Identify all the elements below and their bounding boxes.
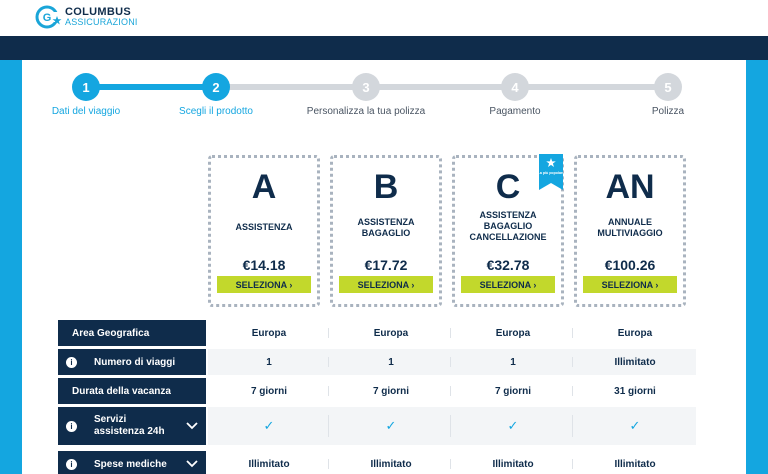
cell-divider: [450, 357, 451, 367]
step-4-circle: 4: [501, 73, 529, 101]
nav-bar: [0, 36, 768, 60]
cell-divider: [450, 459, 451, 469]
svg-text:G: G: [43, 12, 52, 24]
cell-divider: [450, 386, 451, 396]
brand-name: COLUMBUS: [65, 6, 131, 18]
step-3-circle: 3: [352, 73, 380, 101]
table-cell: Europa: [617, 327, 653, 339]
table-cell: Europa: [373, 327, 409, 339]
cell-divider: [328, 459, 329, 469]
popular-badge-text: La più popolare: [539, 171, 563, 175]
table-cell: 1: [208, 349, 330, 375]
row-header[interactable]: i Servizi assistenza 24h: [58, 407, 206, 445]
table-cell: ✓: [574, 407, 696, 445]
plan-price: €17.72: [364, 257, 408, 273]
step-2-label: Scegli il prodotto: [179, 106, 253, 117]
chevron-down-icon[interactable]: [186, 460, 198, 468]
row-label: Area Geografica: [72, 327, 150, 339]
select-plan-button[interactable]: SELEZIONA ›: [217, 276, 311, 293]
cell-divider: [450, 328, 451, 338]
table-row: i Numero di viaggi 1 1 1 Illimitato: [58, 349, 696, 375]
cell-divider: [572, 328, 573, 338]
step-5-label: Polizza: [651, 106, 685, 117]
cell-divider: [572, 415, 573, 437]
row-header[interactable]: i Spese mediche: [58, 451, 206, 474]
chevron-down-icon[interactable]: [186, 422, 198, 430]
brand-subname: ASSICURAZIONI: [65, 17, 138, 27]
table-cell: 7 giorni: [372, 385, 410, 397]
header: G COLUMBUS ASSICURAZIONI: [0, 0, 768, 36]
table-cell: Illimitato: [370, 458, 412, 470]
select-plan-button[interactable]: SELEZIONA ›: [461, 276, 555, 293]
table-cell: 1: [330, 349, 452, 375]
plan-letter: B: [373, 168, 399, 206]
columbus-logo[interactable]: G COLUMBUS ASSICURAZIONI: [34, 3, 138, 31]
plan-letter: AN: [605, 168, 655, 206]
plan-card-an: AN ANNUALE MULTIVIAGGIO €100.26 SELEZIONA ›: [574, 155, 686, 307]
step-connector: [86, 84, 216, 90]
table-row: Area Geografica Europa Europa Europa Europa: [58, 320, 694, 346]
table-row[interactable]: i Servizi assistenza 24h ✓ ✓ ✓ ✓: [58, 407, 696, 445]
table-cell: ✓: [330, 407, 452, 445]
table-cell: ✓: [452, 407, 574, 445]
step-connector: [366, 84, 515, 90]
main-content: 1 Dati del viaggio 2 Scegli il prodotto 3 Per…: [22, 60, 746, 474]
step-1-circle[interactable]: 1: [72, 73, 100, 101]
select-plan-button[interactable]: SELEZIONA ›: [339, 276, 433, 293]
left-side-band: [0, 60, 22, 474]
table-row[interactable]: i Spese mediche Illimitato Illimitato Illimi…: [58, 451, 694, 474]
cell-divider: [328, 415, 329, 437]
step-connector: [515, 84, 668, 90]
info-icon[interactable]: i: [66, 458, 77, 470]
step-connector: [216, 84, 366, 90]
step-3-label: Personalizza la tua polizza: [306, 106, 426, 117]
plan-name: ANNUALE MULTIVIAGGIO: [597, 217, 663, 238]
table-cell: 7 giorni: [494, 385, 532, 397]
select-plan-button[interactable]: SELEZIONA ›: [583, 276, 677, 293]
table-cell: ✓: [208, 407, 330, 445]
table-cell: 7 giorni: [250, 385, 288, 397]
step-4-label: Pagamento: [489, 106, 541, 117]
row-header: Durata della vacanza: [58, 378, 206, 404]
row-label: Durata della vacanza: [72, 385, 171, 397]
row-header: Area Geografica: [58, 320, 206, 346]
table-cell: 1: [452, 349, 574, 375]
plan-card-c: C ASSISTENZA BAGAGLIO CANCELLAZIONE €32.78…: [452, 154, 564, 307]
step-1-label[interactable]: Dati del viaggio: [46, 106, 126, 117]
plan-letter: A: [251, 168, 277, 206]
cell-divider: [572, 357, 573, 367]
table-row: Durata della vacanza 7 giorni 7 giorni 7 gi…: [58, 378, 694, 404]
popular-ribbon-icon: La più popolare: [539, 154, 563, 190]
plan-price: €32.78: [486, 257, 530, 273]
plan-price: €14.18: [242, 257, 286, 273]
plan-card-a: A ASSISTENZA €14.18 SELEZIONA ›: [208, 155, 320, 307]
table-cell: Illimitato: [574, 349, 696, 375]
table-cell: 31 giorni: [614, 385, 656, 397]
plan-price: €100.26: [604, 257, 656, 273]
plan-name: ASSISTENZA BAGAGLIO CANCELLAZIONE: [469, 210, 547, 242]
cell-divider: [572, 459, 573, 469]
cell-divider: [450, 415, 451, 437]
table-cell: Illimitato: [614, 458, 656, 470]
cell-divider: [328, 386, 329, 396]
row-header: i Numero di viaggi: [58, 349, 206, 375]
table-cell: Europa: [251, 327, 287, 339]
right-side-band: [746, 60, 768, 474]
table-cell: Illimitato: [492, 458, 534, 470]
plan-name: ASSISTENZA: [235, 222, 293, 232]
table-cell: Illimitato: [248, 458, 290, 470]
step-5-circle: 5: [654, 73, 682, 101]
cell-divider: [572, 386, 573, 396]
plan-card-b: B ASSISTENZA BAGAGLIO €17.72 SELEZIONA ›: [330, 155, 442, 307]
info-icon[interactable]: i: [66, 356, 77, 368]
columbus-logo-icon: G: [35, 5, 62, 29]
info-icon[interactable]: i: [66, 420, 77, 432]
plan-name: ASSISTENZA BAGAGLIO: [357, 217, 415, 238]
cell-divider: [328, 357, 329, 367]
step-2-circle: 2: [202, 73, 230, 101]
table-cell: Europa: [495, 327, 531, 339]
cell-divider: [328, 328, 329, 338]
